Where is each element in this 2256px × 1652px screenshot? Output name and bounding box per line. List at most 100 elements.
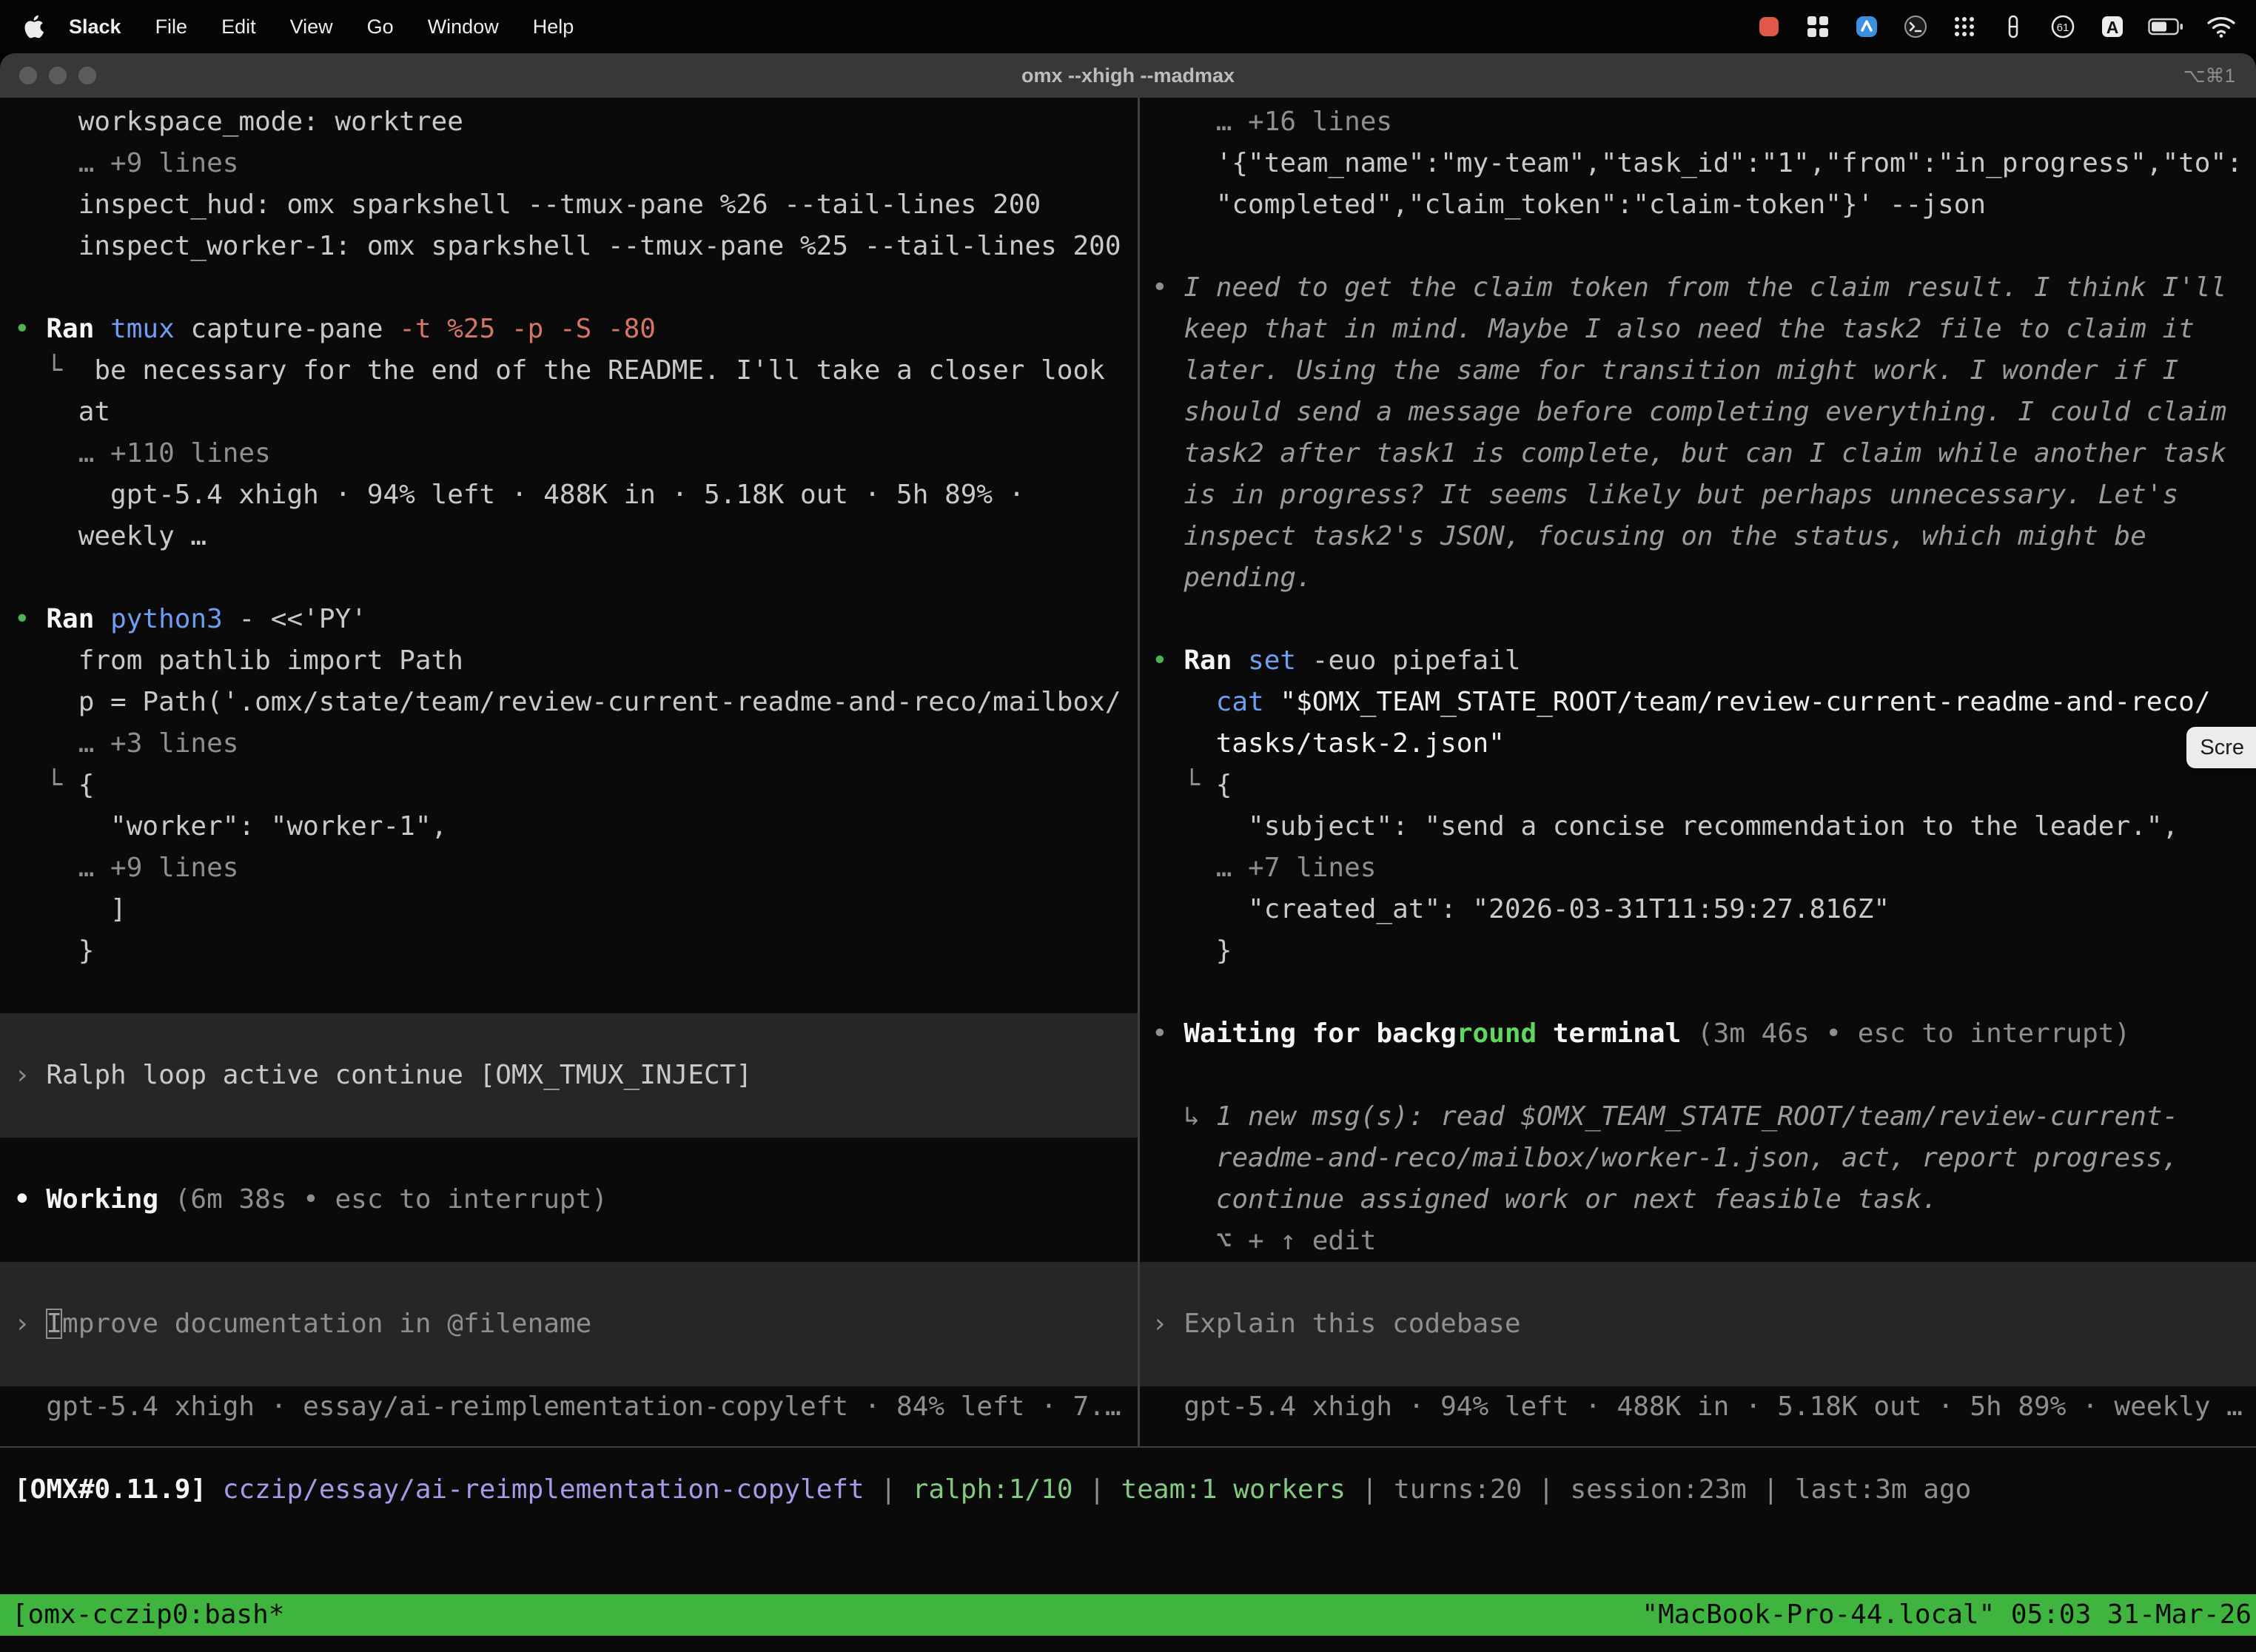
text-segment: … +16 lines: [1152, 107, 1392, 137]
text-segment: gpt-5.4 xhigh · 94% left · 488K in · 5.1…: [14, 480, 1024, 510]
terminal-line: should send a message before completing …: [1140, 392, 2256, 433]
menu-item-file[interactable]: File: [138, 16, 205, 38]
terminal-line: p = Path('.omx/state/team/review-current…: [0, 682, 1138, 723]
right-terminal-pane[interactable]: … +16 lines '{"team_name":"my-team","tas…: [1140, 98, 2256, 1446]
text-segment: ]: [14, 894, 127, 924]
terminal-line: [1140, 972, 2256, 1013]
blue-app-icon[interactable]: [1853, 13, 1880, 40]
prompt-line[interactable]: [0, 1096, 1138, 1138]
text-segment: terminal: [1537, 1018, 1681, 1049]
text-segment: … +3 lines: [14, 728, 238, 759]
text-segment: •: [1152, 272, 1184, 303]
dots-grid-icon[interactable]: [1951, 13, 1978, 40]
terminal-line: • Waiting for background terminal (3m 46…: [1140, 1013, 2256, 1055]
text-segment: continue assigned work or next feasible …: [1152, 1184, 1938, 1215]
text-segment: from pathlib import Path: [14, 645, 463, 676]
text-segment: cczip/essay/ai-reimplementation-copyleft: [223, 1474, 865, 1505]
screen-capture-overlay-button[interactable]: Scre: [2186, 727, 2256, 768]
text-segment: -t %25 -p -S -80: [399, 314, 656, 344]
text-segment: session:23m: [1570, 1474, 1746, 1505]
prompt-line[interactable]: [0, 1262, 1138, 1303]
text-segment: -euo pipefail: [1296, 645, 1520, 676]
text-segment: •: [1152, 645, 1184, 676]
close-button[interactable]: [19, 67, 37, 84]
prompt-line[interactable]: › Explain this codebase: [1140, 1303, 2256, 1345]
text-segment: [1152, 687, 1216, 717]
tmux-status-bar: [omx-cczip0:bash* "MacBook-Pro-44.local"…: [0, 1594, 2256, 1636]
tmux-host-clock-label: "MacBook-Pro-44.local" 05:03 31-Mar-26: [1642, 1594, 2252, 1636]
text-segment: tmux: [110, 314, 175, 344]
text-segment: … +7 lines: [1152, 853, 1376, 883]
terminal-line: later. Using the same for transition mig…: [1140, 350, 2256, 392]
text-segment: workspace_mode: worktree: [14, 107, 463, 137]
terminal-line: weekly …: [0, 516, 1138, 557]
prompt-line[interactable]: › Improve documentation in @filename: [0, 1303, 1138, 1345]
prompt-line[interactable]: [0, 1345, 1138, 1386]
terminal-line: from pathlib import Path: [0, 640, 1138, 682]
text-segment: •: [1152, 1018, 1184, 1049]
text-segment: capture-pane: [175, 314, 399, 344]
menu-item-edit[interactable]: Edit: [204, 16, 273, 38]
menu-item-window[interactable]: Window: [411, 16, 516, 38]
input-source-icon[interactable]: A: [2099, 13, 2126, 40]
window-tiles-icon[interactable]: [1805, 13, 1831, 40]
tmux-session-label: [omx-cczip0:bash*: [12, 1594, 284, 1636]
terminal-app-icon[interactable]: [1902, 13, 1929, 40]
battery-circle-icon[interactable]: 61: [2049, 13, 2077, 41]
text-segment: ›: [14, 1060, 46, 1090]
terminal-line: … +9 lines: [0, 847, 1138, 889]
battery-icon[interactable]: [2148, 18, 2183, 36]
text-segment: Working: [46, 1184, 158, 1215]
apple-logo-icon: [24, 14, 44, 39]
wifi-icon[interactable]: [2206, 15, 2237, 38]
menu-item-help[interactable]: Help: [516, 16, 591, 38]
text-segment: inspect task2's JSON, focusing on the st…: [1152, 521, 2146, 551]
terminal-line: gpt-5.4 xhigh · 94% left · 488K in · 5.1…: [0, 474, 1138, 516]
text-segment: "created_at": "2026-03-31T11:59:27.816Z": [1152, 894, 1890, 924]
minimize-button[interactable]: [49, 67, 67, 84]
text-segment: •: [14, 1184, 46, 1215]
text-segment: readme-and-reco/mailbox/worker-1.json, a…: [1152, 1143, 2178, 1173]
terminal-line: tasks/task-2.json": [1140, 723, 2256, 765]
terminal-line: "created_at": "2026-03-31T11:59:27.816Z": [1140, 889, 2256, 930]
menu-item-app[interactable]: Slack: [52, 16, 138, 38]
terminal-line: }: [0, 930, 1138, 972]
left-terminal-pane[interactable]: workspace_mode: worktree … +9 lines insp…: [0, 98, 1138, 1446]
terminal-line: ↳ 1 new msg(s): read $OMX_TEAM_STATE_ROO…: [1140, 1096, 2256, 1138]
text-segment: '{"team_name":"my-team","task_id":"1","f…: [1152, 148, 2243, 178]
prompt-line[interactable]: › Ralph loop active continue [OMX_TMUX_I…: [0, 1055, 1138, 1096]
pill-icon[interactable]: [2000, 13, 2027, 40]
text-segment: {: [1216, 770, 1232, 800]
screen-recording-stop-icon[interactable]: [1756, 13, 1782, 40]
text-segment: turns:20: [1394, 1474, 1522, 1505]
text-segment: set: [1248, 645, 1296, 676]
menubar-status-icons: 61 A: [1756, 13, 2237, 41]
terminal-line: "subject": "send a concise recommendatio…: [1140, 806, 2256, 847]
text-segment: ↳: [1152, 1101, 1216, 1132]
apple-menu-icon[interactable]: [24, 14, 44, 39]
terminal-line: • Ran python3 - <<'PY': [0, 599, 1138, 640]
menu-item-view[interactable]: View: [273, 16, 350, 38]
text-segment: └: [14, 770, 78, 800]
prompt-line[interactable]: [1140, 1345, 2256, 1386]
terminal-line: • Ran tmux capture-pane -t %25 -p -S -80: [0, 309, 1138, 350]
window-titlebar[interactable]: omx --xhigh --madmax ⌥⌘1: [0, 53, 2256, 98]
text-segment: python3: [110, 604, 223, 634]
terminal-line: [1140, 1055, 2256, 1096]
terminal-line: … +110 lines: [0, 433, 1138, 474]
prompt-line[interactable]: [1140, 1262, 2256, 1303]
text-segment: pending.: [1152, 563, 1312, 593]
text-segment: at: [14, 397, 110, 427]
text-segment: team:1 workers: [1121, 1474, 1346, 1505]
zoom-button[interactable]: [78, 67, 96, 84]
window-title: omx --xhigh --madmax: [1021, 64, 1235, 87]
terminal-line: … +3 lines: [0, 723, 1138, 765]
text-segment: {: [78, 770, 95, 800]
text-segment: ›: [14, 1309, 46, 1339]
menu-item-go[interactable]: Go: [350, 16, 411, 38]
terminal-line: is in progress? It seems likely but perh…: [1140, 474, 2256, 516]
text-segment: •: [14, 314, 46, 344]
prompt-line[interactable]: [0, 1013, 1138, 1055]
terminal-line: … +7 lines: [1140, 847, 2256, 889]
text-segment: round: [1457, 1018, 1537, 1049]
